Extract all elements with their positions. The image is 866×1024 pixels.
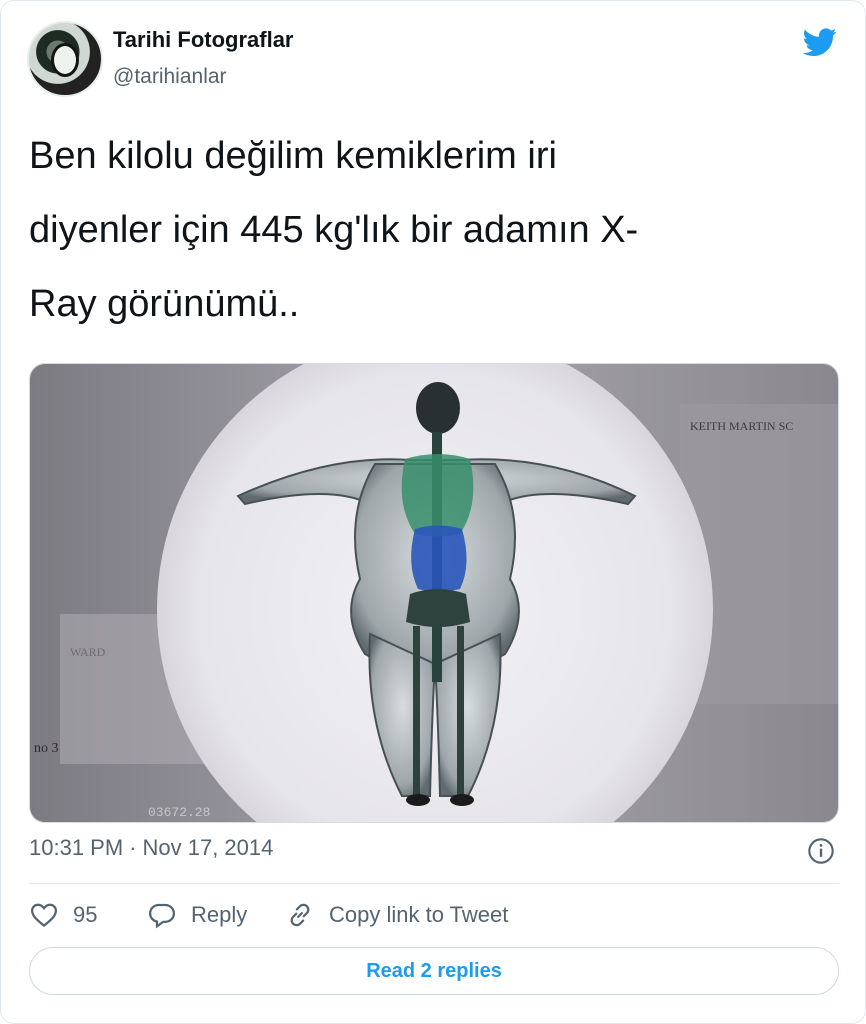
info-icon[interactable]: [807, 837, 835, 865]
like-button[interactable]: 95: [29, 897, 97, 933]
author-name[interactable]: Tarihi Fotograflar: [113, 27, 294, 53]
xray-image: KEITH MARTIN SC WARD 03672.28 no 3: [30, 364, 838, 822]
overlay-label-top-right: KEITH MARTIN SC: [690, 419, 793, 433]
tweet-text: Ben kilolu değilim kemiklerim iri diyenl…: [29, 119, 829, 341]
tweet-timestamp[interactable]: 10:31 PM · Nov 17, 2014: [29, 835, 273, 861]
tweet-text-line: diyenler için 445 kg'lık bir adamın X-: [29, 209, 639, 251]
like-count: 95: [73, 902, 98, 927]
tweet-text-line: Ray görünümü..: [29, 283, 300, 325]
tweet-media-image[interactable]: KEITH MARTIN SC WARD 03672.28 no 3: [29, 363, 839, 823]
speech-bubble-icon: [148, 903, 176, 929]
overlay-no: no 3: [34, 741, 59, 756]
twitter-bird-icon[interactable]: [801, 25, 839, 59]
meta-separator: ·: [129, 835, 137, 860]
tweet-date: Nov 17, 2014: [142, 835, 274, 860]
reply-button[interactable]: Reply: [147, 897, 247, 933]
avatar[interactable]: [27, 21, 103, 97]
tweet-header: Tarihi Fotograflar @tarihianlar: [27, 21, 841, 101]
overlay-counter: 03672.28: [148, 805, 210, 820]
overlay-label-left: WARD: [70, 645, 106, 659]
reply-label: Reply: [191, 902, 248, 927]
read-replies-button[interactable]: Read 2 replies: [29, 947, 839, 995]
tweet-actions: 95 Reply Copy link to Tweet: [29, 897, 839, 933]
divider: [29, 883, 839, 884]
tweet-card: Tarihi Fotograflar @tarihianlar Ben kilo…: [0, 0, 866, 1024]
copy-link-label: Copy link to Tweet: [329, 902, 509, 927]
tweet-time: 10:31 PM: [29, 835, 124, 860]
heart-icon: [30, 903, 58, 928]
author-handle[interactable]: @tarihianlar: [113, 65, 227, 89]
link-icon: [290, 903, 310, 927]
copy-link-button[interactable]: Copy link to Tweet: [285, 897, 508, 933]
avatar-lens-graphic: [51, 43, 79, 77]
tweet-text-line: Ben kilolu değilim kemiklerim iri: [29, 135, 557, 177]
